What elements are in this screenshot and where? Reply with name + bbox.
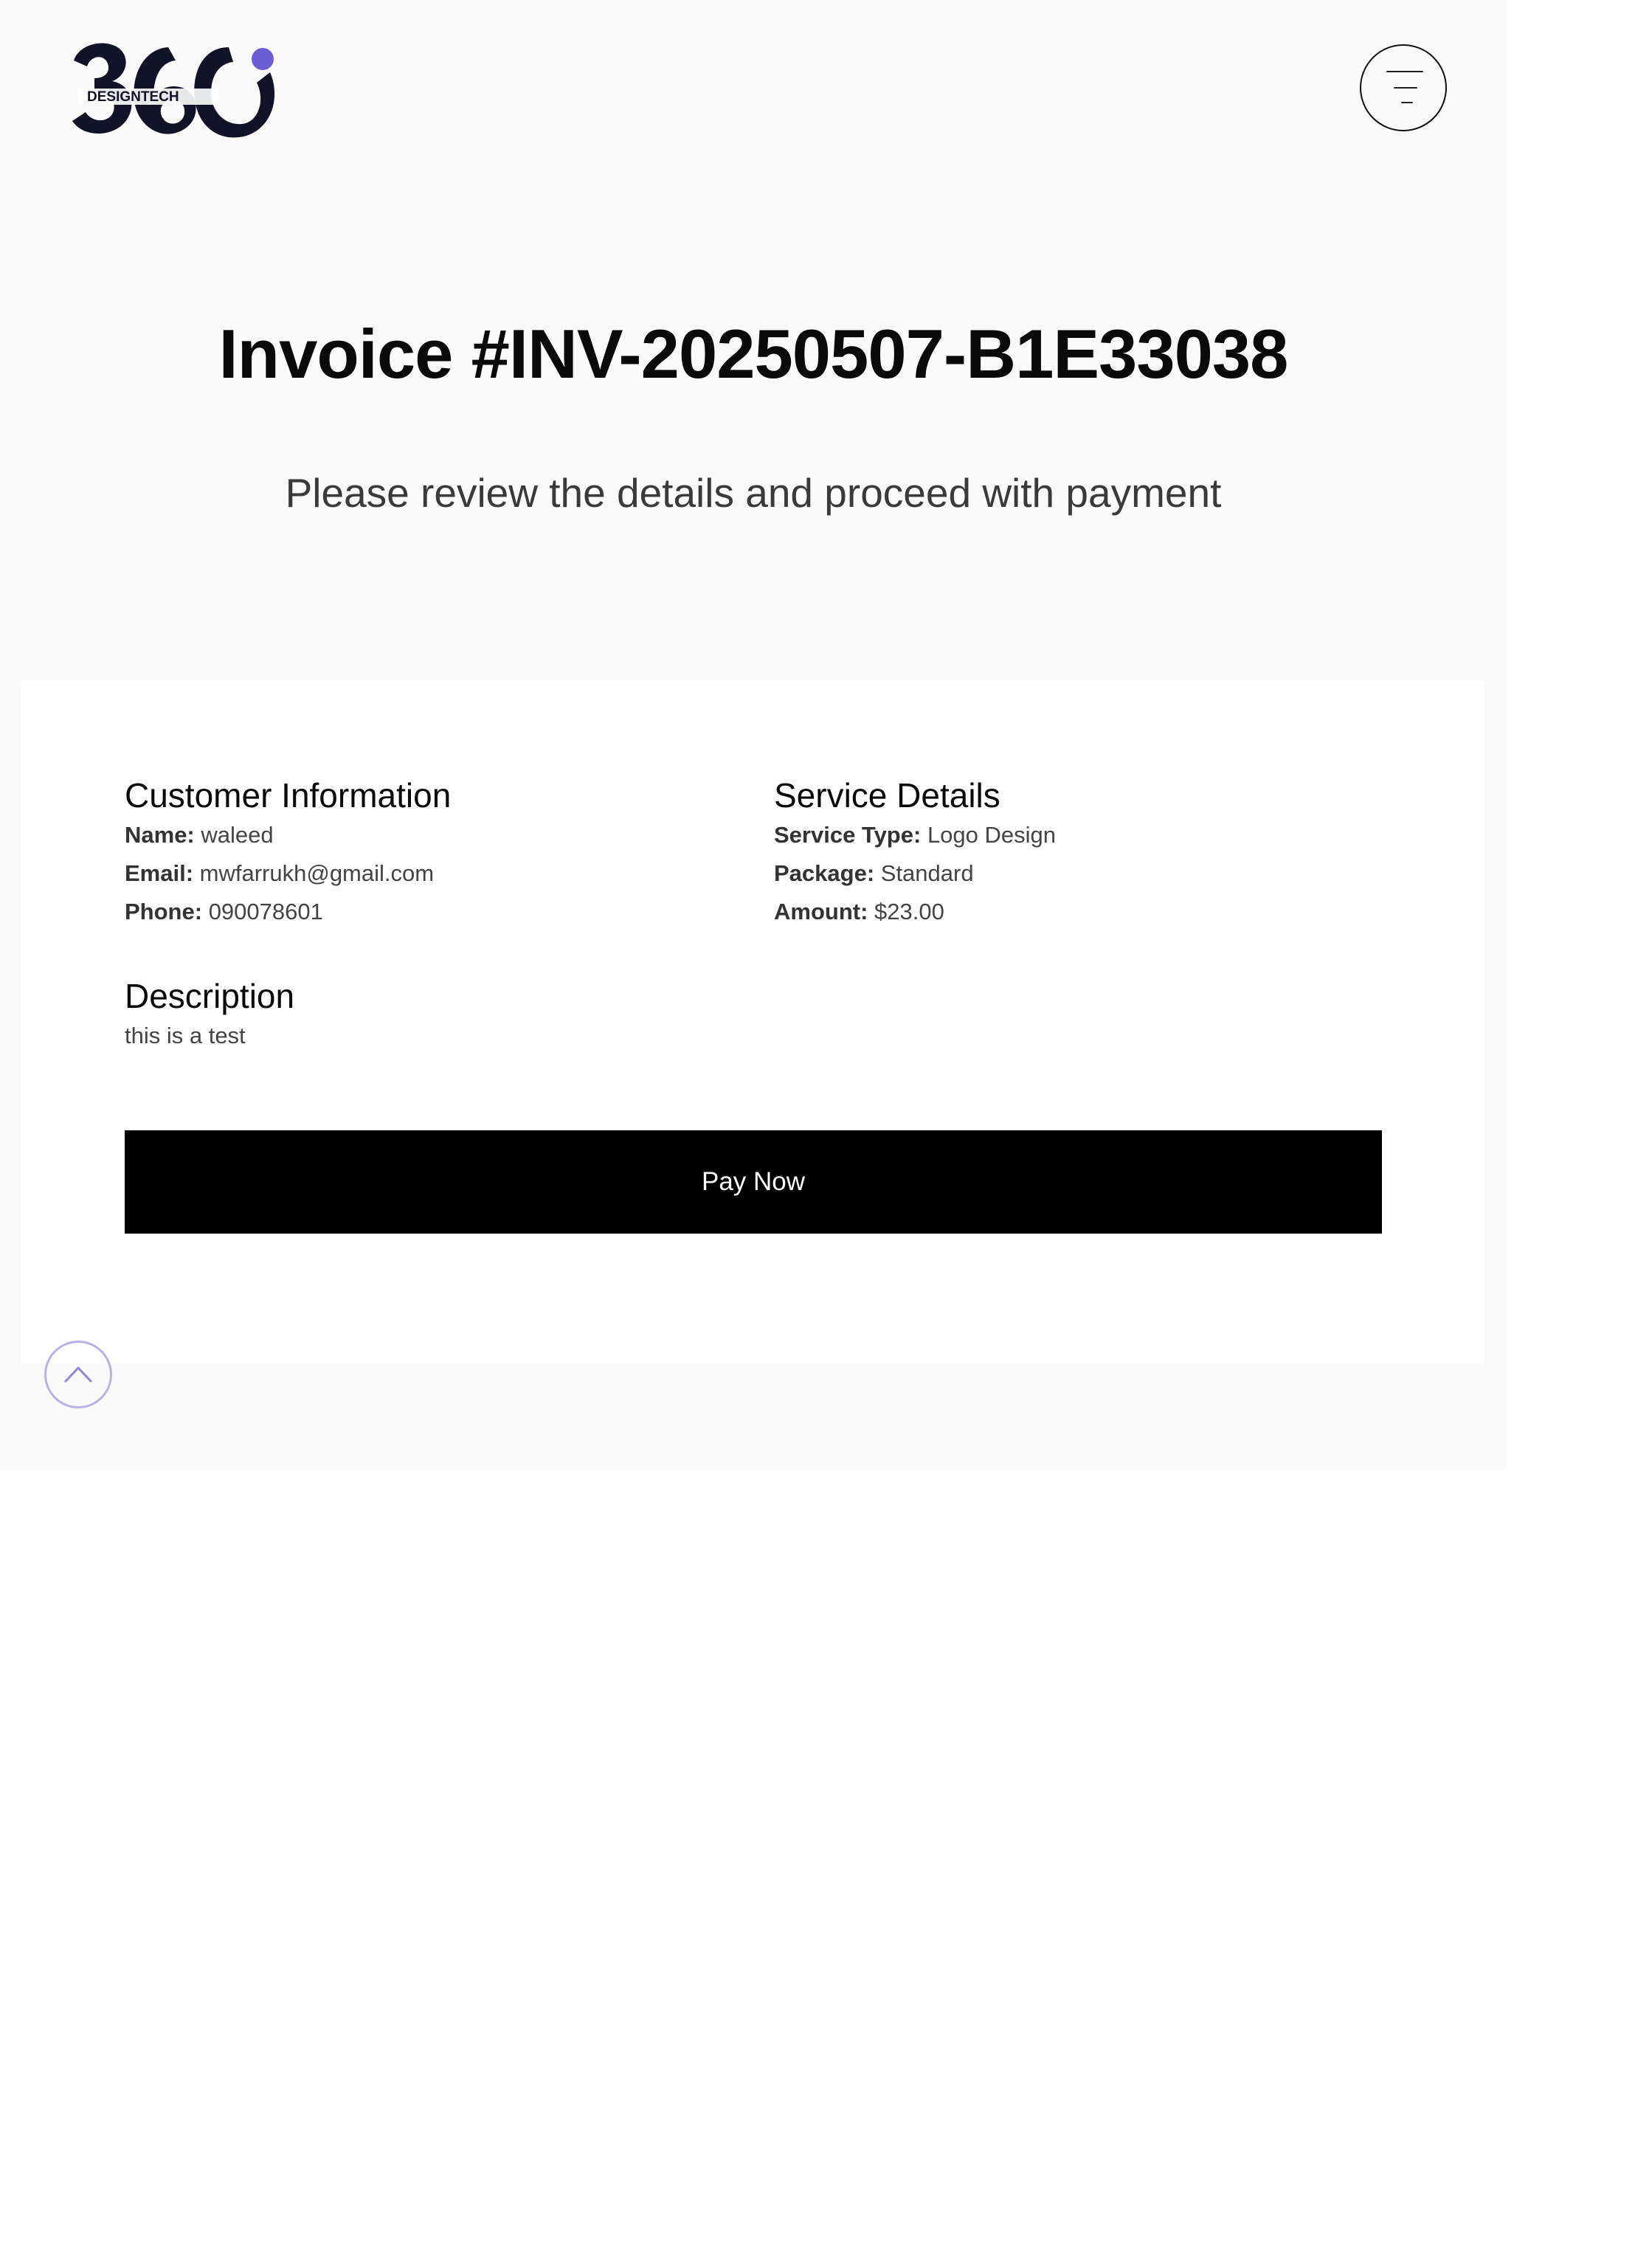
pay-now-button[interactable]: Pay Now — [125, 1130, 1382, 1234]
menu-line-icon — [1386, 71, 1423, 72]
description-heading: Description — [125, 977, 295, 1015]
invoice-title: Invoice #INV-20250507-B1E33038 — [218, 315, 1289, 393]
customer-name-value: waleed — [201, 822, 274, 848]
service-type-value: Logo Design — [927, 822, 1057, 848]
logo-subtext: DESIGNTECH — [87, 89, 179, 105]
menu-button[interactable] — [1360, 44, 1447, 131]
package-row: Package: Standard — [774, 859, 974, 888]
page-background: DESIGNTECH Invoice #INV-20250507-B1E3303… — [0, 0, 1507, 1470]
customer-phone-label: Phone: — [125, 899, 203, 924]
package-value: Standard — [880, 860, 974, 886]
customer-name-row: Name: waleed — [125, 820, 274, 850]
chevron-up-icon — [64, 1366, 92, 1383]
menu-line-icon — [1401, 102, 1413, 103]
invoice-card: Customer Information Name: waleed Email:… — [21, 680, 1484, 1363]
invoice-subtitle: Please review the details and proceed wi… — [285, 470, 1222, 516]
scroll-to-top-button[interactable] — [44, 1341, 112, 1408]
service-type-label: Service Type: — [774, 822, 922, 848]
customer-email-row: Email: mwfarrukh@gmail.com — [125, 859, 434, 888]
amount-value: $23.00 — [874, 899, 944, 924]
description-text: this is a test — [125, 1023, 246, 1048]
customer-phone-value: 090078601 — [208, 899, 323, 924]
amount-row: Amount: $23.00 — [774, 897, 944, 927]
customer-information-heading: Customer Information — [125, 776, 452, 815]
customer-name-label: Name: — [125, 822, 195, 848]
customer-email-value: mwfarrukh@gmail.com — [199, 860, 435, 886]
brand-logo[interactable]: DESIGNTECH — [58, 32, 283, 143]
customer-phone-row: Phone: 090078601 — [125, 897, 323, 927]
service-type-row: Service Type: Logo Design — [774, 820, 1056, 850]
logo-360-designtech-icon: DESIGNTECH — [72, 43, 275, 138]
customer-email-label: Email: — [125, 860, 194, 886]
menu-line-icon — [1394, 87, 1417, 89]
amount-label: Amount: — [774, 899, 868, 924]
package-label: Package: — [774, 860, 875, 886]
service-details-heading: Service Details — [774, 776, 1000, 815]
